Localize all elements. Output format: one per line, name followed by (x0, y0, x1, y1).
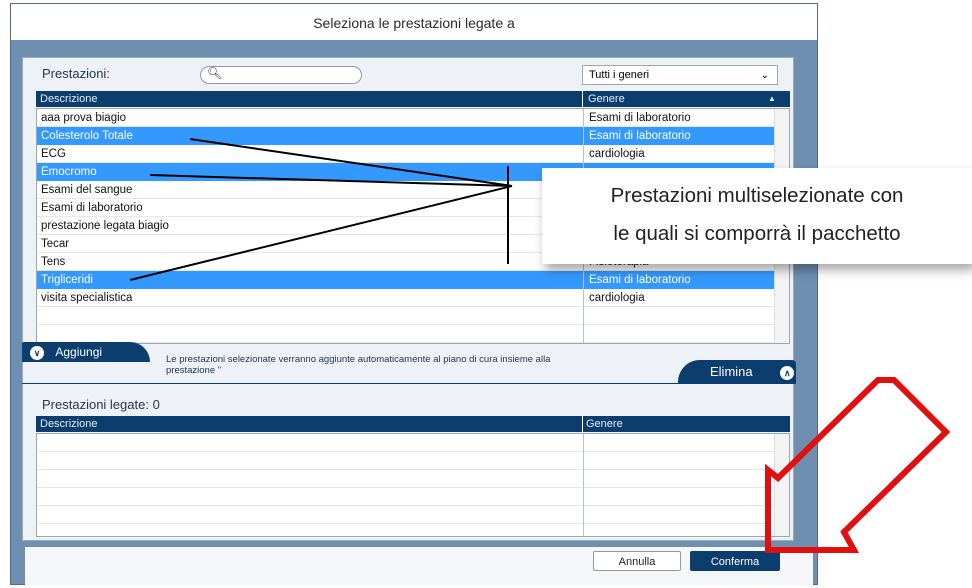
pointer-line-emocromo (149, 174, 513, 187)
red-arrow (765, 377, 951, 553)
callout-box: Prestazioni multiselezionate con le qual… (542, 168, 972, 264)
pointer-line-colesterolo (189, 138, 513, 187)
pointer-line-trigliceridi (129, 185, 513, 281)
callout-line-2: le quali si comporrà il pacchetto (613, 222, 901, 245)
annotation-overlay (129, 138, 951, 553)
callout-line-1: Prestazioni multiselezionate con (610, 184, 904, 207)
